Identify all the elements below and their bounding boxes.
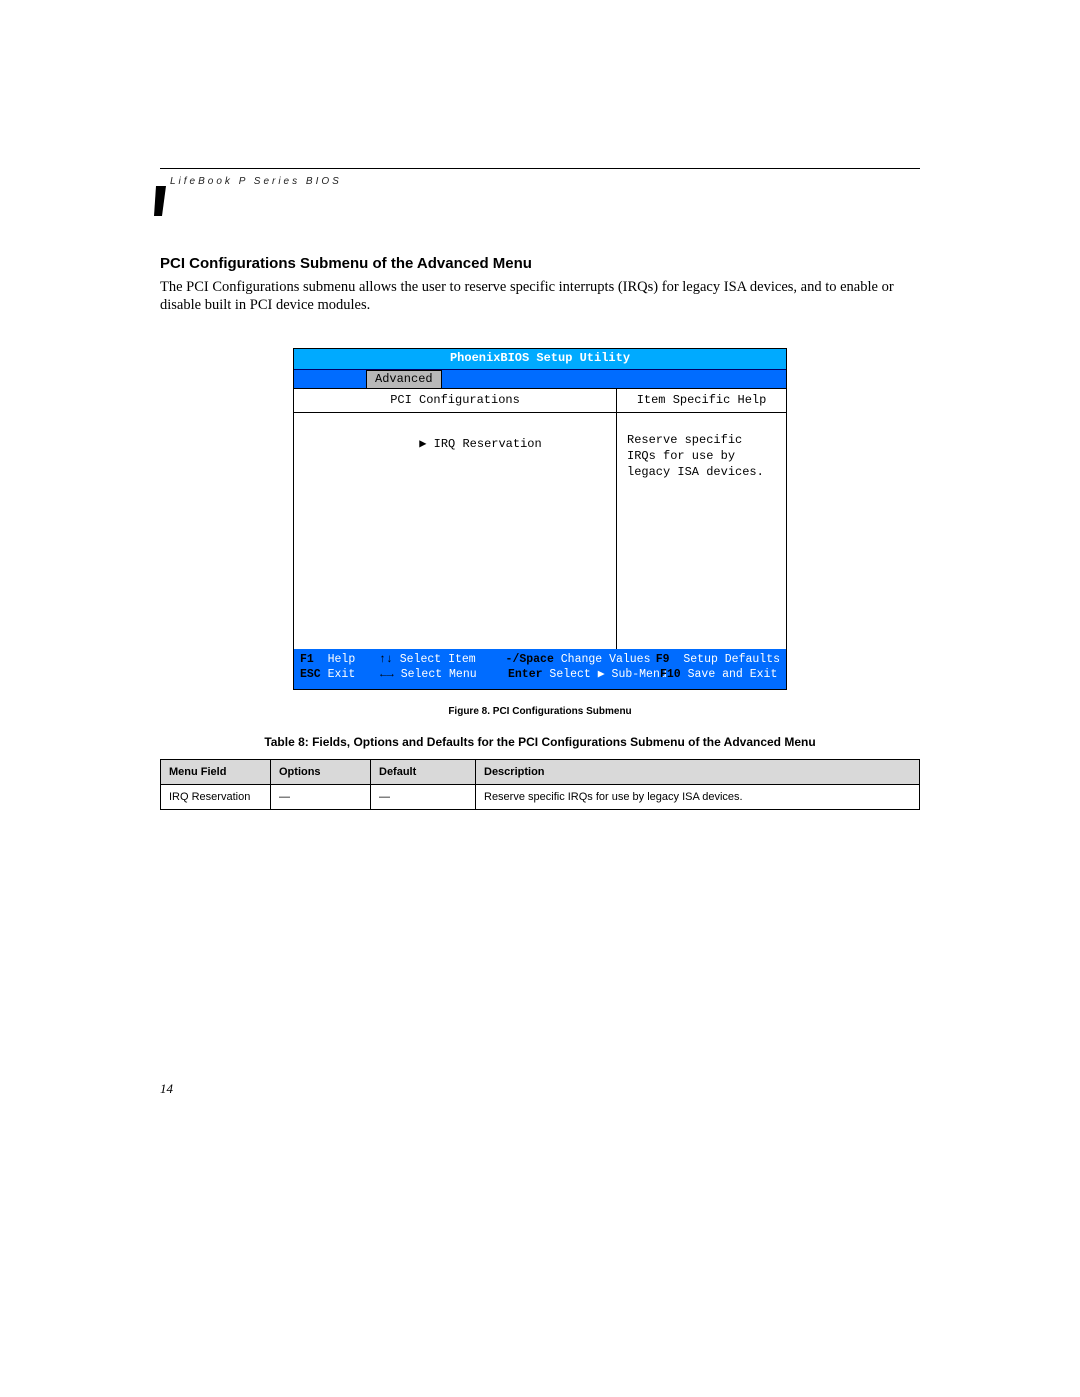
- label-select-item: Select Item: [400, 653, 476, 668]
- section-heading: PCI Configurations Submenu of the Advanc…: [160, 255, 920, 272]
- key-f9[interactable]: F9: [656, 653, 670, 668]
- key-enter[interactable]: Enter: [508, 668, 543, 683]
- key-minus-space[interactable]: -/Space: [506, 653, 554, 668]
- table-row: IRQ Reservation — — Reserve specific IRQ…: [161, 784, 920, 809]
- td-options: —: [271, 784, 371, 809]
- key-f10[interactable]: F10: [660, 668, 681, 683]
- bios-footer-row-1: F1 Help ↑↓ Select Item -/Space Change Va…: [300, 653, 780, 668]
- bios-window: PhoenixBIOS Setup Utility Advanced PCI C…: [293, 348, 787, 689]
- label-exit: Exit: [328, 668, 356, 683]
- bios-left-header: PCI Configurations: [294, 389, 616, 414]
- options-table: Menu Field Options Default Description I…: [160, 759, 920, 810]
- label-help: Help: [328, 653, 356, 668]
- label-select-menu: Select Menu: [401, 668, 477, 683]
- td-description: Reserve specific IRQs for use by legacy …: [476, 784, 920, 809]
- header-rule: [160, 168, 920, 169]
- figure-caption: Figure 8. PCI Configurations Submenu: [160, 706, 920, 717]
- bios-footer-row-2: ESC Exit ←→ Select Menu Enter Select ▶ S…: [300, 668, 780, 683]
- key-leftright[interactable]: ←→: [380, 668, 394, 683]
- table-header-row: Menu Field Options Default Description: [161, 759, 920, 784]
- tab-advanced[interactable]: Advanced: [366, 370, 442, 388]
- bios-footer: F1 Help ↑↓ Select Item -/Space Change Va…: [294, 649, 786, 689]
- corner-mark-icon: [152, 186, 170, 218]
- label-setup-defaults: Setup Defaults: [683, 653, 780, 668]
- label-select-submenu: Select ▶ Sub-Menu: [549, 668, 666, 683]
- label-save-exit: Save and Exit: [688, 668, 778, 683]
- th-default: Default: [371, 759, 476, 784]
- menu-item-label: IRQ Reservation: [434, 437, 542, 451]
- content: PCI Configurations Submenu of the Advanc…: [160, 255, 920, 810]
- bios-tab-row: Advanced: [294, 370, 786, 388]
- bios-panel: PCI Configurations ▶ IRQ Reservation Ite…: [294, 388, 786, 649]
- td-menu-field: IRQ Reservation: [161, 784, 271, 809]
- triangle-right-icon: ▶: [419, 437, 433, 451]
- bios-right-pane: Item Specific Help Reserve specific IRQs…: [617, 389, 786, 649]
- bios-title-bar: PhoenixBIOS Setup Utility: [294, 349, 786, 370]
- th-menu-field: Menu Field: [161, 759, 271, 784]
- bios-right-header: Item Specific Help: [617, 389, 786, 414]
- key-esc[interactable]: ESC: [300, 668, 321, 683]
- running-head: LifeBook P Series BIOS: [170, 176, 342, 187]
- key-f1[interactable]: F1: [300, 653, 314, 668]
- body-text: The PCI Configurations submenu allows th…: [160, 278, 920, 314]
- th-description: Description: [476, 759, 920, 784]
- bios-left-pane: PCI Configurations ▶ IRQ Reservation: [294, 389, 617, 649]
- th-options: Options: [271, 759, 371, 784]
- page: LifeBook P Series BIOS PCI Configuration…: [0, 0, 1080, 1397]
- bios-screenshot: PhoenixBIOS Setup Utility Advanced PCI C…: [293, 348, 787, 689]
- table-caption: Table 8: Fields, Options and Defaults fo…: [160, 735, 920, 749]
- td-default: —: [371, 784, 476, 809]
- page-number: 14: [160, 1081, 173, 1097]
- menu-item-irq-reservation[interactable]: ▶ IRQ Reservation: [304, 421, 606, 468]
- bios-left-body: ▶ IRQ Reservation: [294, 413, 616, 648]
- label-change-values: Change Values: [561, 653, 651, 668]
- key-updown[interactable]: ↑↓: [379, 653, 393, 668]
- bios-help-text: Reserve specific IRQs for use by legacy …: [617, 413, 786, 648]
